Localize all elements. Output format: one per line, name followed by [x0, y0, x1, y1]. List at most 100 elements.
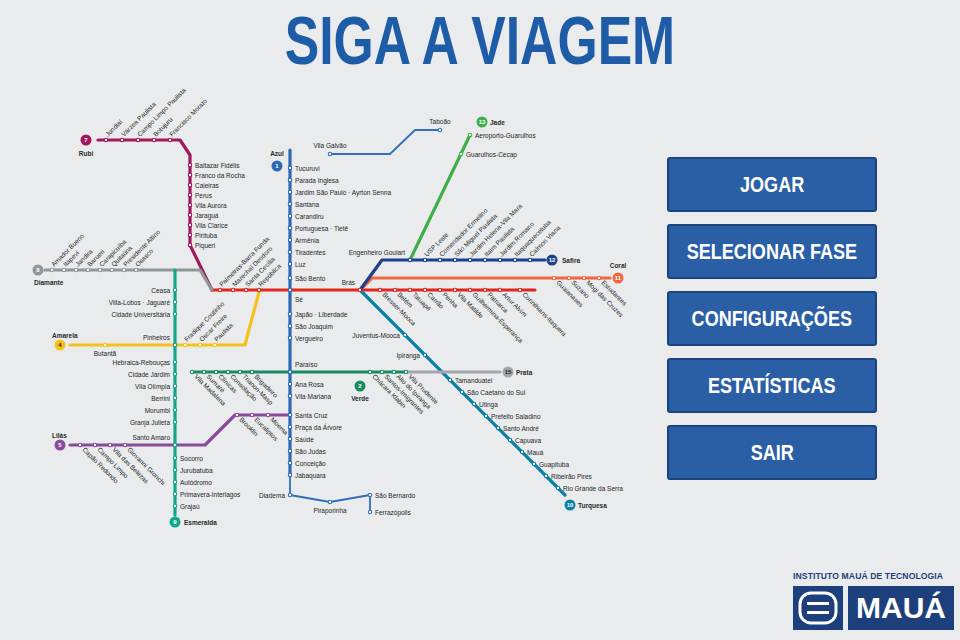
station[interactable]: Belém: [393, 288, 414, 308]
station[interactable]: Baltazar Fidélis: [188, 162, 240, 169]
line-stations: Diadema Piraporinha São Bernardo Ferrazópol…: [259, 492, 416, 517]
station[interactable]: Morumbi: [145, 407, 177, 414]
station[interactable]: Sé: [288, 288, 303, 303]
station[interactable]: Armênia: [288, 237, 319, 244]
station[interactable]: Vila Aurora: [188, 202, 227, 209]
station[interactable]: Praça da Árvore: [288, 423, 342, 432]
station[interactable]: Engenheiro Goulart: [349, 249, 412, 262]
station[interactable]: Japão · Liberdade: [288, 311, 347, 319]
station[interactable]: São Bernardo: [368, 492, 415, 499]
menu-button[interactable]: CONFIGURAÇÕES: [667, 291, 877, 346]
station[interactable]: Suzano: [567, 276, 591, 299]
station[interactable]: Butantã: [94, 343, 117, 357]
station[interactable]: Pirituba: [188, 232, 217, 239]
station[interactable]: São Caetano do Sul: [460, 389, 525, 396]
station[interactable]: Presidente Altino: [122, 228, 162, 272]
station[interactable]: Vila Mariana: [288, 393, 331, 400]
station[interactable]: Portuguesa · Tietê: [288, 225, 348, 233]
station[interactable]: Luz: [288, 261, 305, 268]
station[interactable]: Penha: [438, 288, 460, 309]
station[interactable]: República: [257, 262, 283, 292]
station[interactable]: Franco da Rocha: [188, 172, 245, 179]
station[interactable]: Granja Julieta: [130, 419, 177, 427]
station[interactable]: Ana Rosa: [288, 381, 324, 388]
station[interactable]: Prefeito Saladino: [484, 413, 541, 420]
station[interactable]: Berrini: [151, 395, 176, 402]
station[interactable]: São Joaquim: [288, 323, 333, 331]
station-dot: [368, 510, 371, 513]
station[interactable]: Jaraguá: [188, 212, 219, 220]
station[interactable]: Rio Grande da Serra: [556, 485, 623, 492]
station[interactable]: Aeroporto-Guarulhos: [468, 132, 536, 140]
station[interactable]: Caieiras: [188, 182, 219, 189]
station[interactable]: Cidade Universitária: [111, 311, 176, 318]
station[interactable]: Vila Olímpia: [135, 383, 177, 391]
station[interactable]: Tiradentes: [288, 249, 326, 256]
station[interactable]: Parada Inglesa: [288, 177, 339, 185]
station[interactable]: Calmon Viana: [528, 224, 562, 262]
station[interactable]: Saúde: [288, 436, 314, 443]
station[interactable]: Carandiru: [288, 213, 324, 220]
station[interactable]: Juventus-Mooca: [352, 332, 406, 339]
menu-button[interactable]: ESTATÍSTICAS: [667, 358, 877, 413]
station[interactable]: Vila Clarice: [188, 222, 228, 229]
station[interactable]: Estudantes: [597, 276, 628, 307]
station[interactable]: Corinthians-Itaquera: [518, 288, 568, 338]
menu-button[interactable]: SAIR: [667, 425, 877, 480]
station[interactable]: Villa-Lobos · Jaguaré: [109, 299, 177, 307]
station[interactable]: Utinga: [472, 401, 498, 409]
station[interactable]: Jundiaí: [104, 118, 124, 142]
station[interactable]: Ipiranga: [397, 352, 427, 360]
station[interactable]: Jabaquara: [288, 472, 326, 480]
menu-button[interactable]: SELECIONAR FASE: [667, 224, 877, 279]
station[interactable]: Piqueri: [188, 242, 215, 250]
station[interactable]: Piraporinha: [313, 500, 347, 515]
station[interactable]: Moema: [266, 413, 290, 436]
station[interactable]: Guarulhos-Cecap: [459, 151, 517, 159]
station-dot: [173, 468, 176, 471]
station[interactable]: Mauá: [520, 449, 543, 456]
station[interactable]: Jurubatuba: [173, 467, 213, 474]
station[interactable]: Primavera-Interlagos: [173, 491, 241, 499]
station[interactable]: Guilhermina-Esperança: [468, 288, 524, 345]
station[interactable]: Paraíso: [288, 361, 317, 374]
station[interactable]: São Judas: [288, 448, 326, 455]
station[interactable]: Francisco Morato: [168, 97, 209, 142]
station[interactable]: Tamanduateí: [448, 377, 492, 384]
station[interactable]: Paulista: [213, 321, 235, 347]
station[interactable]: Ferrazópolis: [368, 509, 411, 517]
station[interactable]: Osasco: [134, 247, 155, 272]
station[interactable]: Ribeirão Pires: [544, 473, 592, 480]
station[interactable]: Santana: [288, 201, 319, 208]
station[interactable]: Brás: [342, 279, 362, 292]
station[interactable]: Campo Limpo Paulista: [136, 86, 188, 141]
station[interactable]: Grajaú: [173, 503, 200, 511]
station[interactable]: Taboão: [429, 118, 451, 132]
station[interactable]: Vila Galvão: [313, 142, 347, 156]
station[interactable]: Guapituba: [532, 461, 569, 469]
station[interactable]: Giovanni Gronchi: [123, 443, 166, 486]
station[interactable]: Pinheiros: [143, 334, 177, 347]
station[interactable]: Carrão: [423, 288, 445, 310]
menu-button[interactable]: JOGAR: [667, 157, 877, 212]
station[interactable]: Vergueiro: [288, 335, 323, 343]
station[interactable]: Conceição: [288, 460, 326, 468]
station[interactable]: Diadema: [259, 492, 292, 499]
station[interactable]: Santo André: [496, 425, 539, 432]
station[interactable]: Vila Prudente: [404, 370, 440, 405]
station[interactable]: Capuava: [508, 437, 541, 445]
line-stations: Amador BuenoItapeviJandiraBarueriCarapic…: [33, 228, 162, 286]
station[interactable]: Cidade Jardim: [128, 371, 177, 378]
institute-logo: INSTITUTO MAUÁ DE TECNOLOGIAMAUÁ: [793, 571, 954, 630]
station[interactable]: Ceasa: [151, 287, 176, 294]
station[interactable]: Socorro: [173, 455, 203, 462]
station[interactable]: Santo Amaro: [132, 434, 176, 447]
station[interactable]: Santa Cruz: [288, 412, 327, 419]
station[interactable]: Perus: [188, 192, 212, 199]
station[interactable]: Hebraica-Rebouças: [113, 359, 177, 367]
station[interactable]: Autódromo: [173, 479, 212, 486]
station[interactable]: Tucuruvi: [288, 165, 319, 172]
station[interactable]: São Bento: [288, 275, 325, 282]
station[interactable]: Jardim São Paulo · Ayrton Senna: [288, 189, 391, 197]
station[interactable]: Brigadeiro: [250, 370, 279, 399]
